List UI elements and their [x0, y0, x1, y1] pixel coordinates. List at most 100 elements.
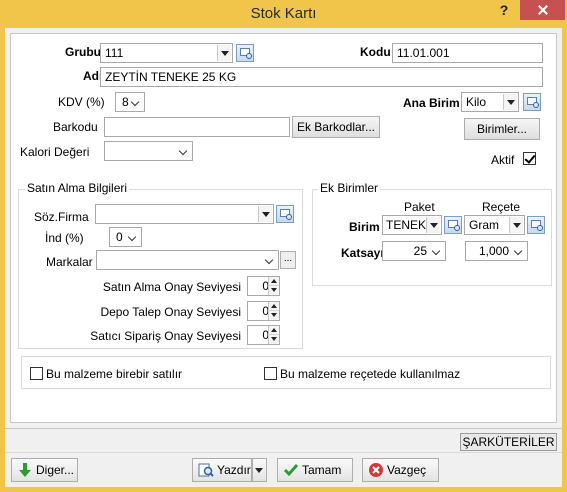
- dialog-client: Grubu 111 Kodu 11.01.001 Adı ZEYTİN TENE…: [5, 28, 562, 487]
- chevron-down-icon: [128, 230, 138, 244]
- depo-talep-spinner[interactable]: 0: [247, 301, 280, 321]
- chevron-down-icon: [179, 144, 189, 158]
- ind-value: 0: [116, 230, 123, 244]
- katsayi-label: Katsayı: [341, 246, 384, 260]
- chevron-down-icon[interactable]: [258, 206, 272, 222]
- barkodu-field[interactable]: [104, 117, 290, 137]
- recete-birim-lookup-icon[interactable]: [527, 216, 545, 234]
- ind-select[interactable]: 0: [109, 227, 142, 247]
- title-bar[interactable]: Stok Kartı ?: [0, 0, 567, 28]
- spin-up-icon[interactable]: [268, 302, 279, 311]
- kodu-field[interactable]: 11.01.001: [392, 43, 543, 63]
- bottom-toolbar: Diger... Yazdır Tamam Vazgeç: [5, 452, 562, 487]
- recete-birim-combo[interactable]: Gram: [464, 215, 525, 235]
- recete-label[interactable]: Bu malzeme reçetede kullanılmaz: [280, 367, 460, 381]
- chevron-down-icon: [252, 462, 266, 478]
- chevron-down-icon: [131, 95, 141, 109]
- barkodu-label: Barkodu: [53, 120, 98, 134]
- aktif-label: Aktif: [491, 153, 515, 167]
- company-badge: ŞARKÜTERİLER: [460, 433, 557, 451]
- paket-column-header: Paket: [404, 200, 435, 214]
- satici-siparis-label: Satıcı Sipariş Onay Seviyesi: [90, 329, 241, 343]
- birim-label: Birim: [349, 220, 380, 234]
- paket-birim-combo[interactable]: TENEK: [382, 215, 442, 235]
- onay-seviyesi-label: Satın Alma Onay Seviyesi: [102, 280, 241, 294]
- spin-down-icon[interactable]: [268, 286, 279, 295]
- soz-firma-label: Söz.Firma: [34, 210, 89, 224]
- grubu-value: 111: [105, 46, 124, 60]
- satici-siparis-value: 0: [262, 328, 269, 342]
- ana-birim-label: Ana Birim: [403, 96, 460, 110]
- adi-value: ZEYTİN TENEKE 25 KG: [105, 70, 237, 84]
- diger-label: Diger...: [36, 463, 75, 477]
- markalar-ellipsis-button[interactable]: ...: [280, 251, 296, 269]
- kodu-value: 11.01.001: [397, 46, 450, 60]
- aktif-checkbox[interactable]: [523, 152, 536, 165]
- grubu-combo[interactable]: 111: [100, 43, 233, 63]
- kodu-label: Kodu: [360, 45, 391, 59]
- ek-barkodlar-button[interactable]: Ek Barkodlar...: [292, 116, 380, 138]
- ana-birim-lookup-icon[interactable]: [523, 93, 541, 111]
- chevron-down-icon: [514, 244, 524, 258]
- onay-seviyesi-value: 0: [262, 279, 269, 293]
- paket-birim-lookup-icon[interactable]: [444, 216, 462, 234]
- close-button[interactable]: [520, 0, 565, 20]
- recete-checkbox[interactable]: [264, 367, 277, 380]
- spin-down-icon[interactable]: [268, 311, 279, 320]
- grubu-lookup-icon[interactable]: [236, 44, 254, 62]
- vazgec-label: Vazgeç: [387, 463, 427, 477]
- paket-katsayi-select[interactable]: 25: [382, 241, 446, 261]
- kalori-label: Kalori Değeri: [20, 145, 90, 159]
- vazgec-button[interactable]: Vazgeç: [362, 458, 439, 482]
- chevron-down-icon[interactable]: [217, 45, 231, 61]
- soz-firma-combo[interactable]: [95, 204, 274, 224]
- ek-birimler-title: Ek Birimler: [318, 181, 381, 195]
- spin-up-icon[interactable]: [268, 277, 279, 286]
- tamam-button[interactable]: Tamam: [277, 458, 353, 482]
- ind-label: İnd (%): [45, 231, 84, 245]
- spin-up-icon[interactable]: [268, 326, 279, 335]
- chevron-down-icon: [432, 244, 442, 258]
- recete-birim-value: Gram: [469, 218, 499, 232]
- chevron-down-icon[interactable]: [426, 217, 440, 233]
- birimler-button[interactable]: Birimler...: [464, 118, 540, 140]
- kdv-label: KDV (%): [58, 95, 105, 109]
- spin-down-icon[interactable]: [268, 335, 279, 344]
- yazdir-label: Yazdır: [217, 463, 251, 477]
- birebir-checkbox[interactable]: [30, 367, 43, 380]
- check-icon: [283, 464, 299, 477]
- markalar-select[interactable]: [96, 250, 279, 270]
- recete-katsayi-value: 1,000: [478, 244, 509, 258]
- recete-katsayi-select[interactable]: 1,000: [465, 241, 528, 261]
- onay-seviyesi-spinner[interactable]: 0: [247, 276, 280, 296]
- kdv-value: 8: [122, 95, 129, 109]
- stok-karti-window: Stok Kartı ? Grubu 111 Kodu 11.01.001 Ad…: [0, 0, 567, 492]
- depo-talep-value: 0: [262, 304, 269, 318]
- satici-siparis-spinner[interactable]: 0: [247, 325, 280, 345]
- cancel-icon: [369, 463, 383, 477]
- help-button[interactable]: ?: [490, 0, 518, 20]
- satin-alma-title: Satın Alma Bilgileri: [25, 181, 130, 195]
- depo-talep-label: Depo Talep Onay Seviyesi: [100, 305, 241, 319]
- chevron-down-icon[interactable]: [509, 217, 523, 233]
- yazdir-dropdown-button[interactable]: [252, 458, 267, 482]
- window-title: Stok Kartı: [250, 5, 317, 22]
- markalar-label: Markalar: [46, 255, 93, 269]
- diger-button[interactable]: Diger...: [11, 458, 78, 482]
- kalori-select[interactable]: [104, 141, 193, 161]
- chevron-down-icon[interactable]: [503, 94, 517, 110]
- kdv-select[interactable]: 8: [115, 92, 145, 112]
- tamam-label: Tamam: [302, 463, 342, 477]
- adi-field[interactable]: ZEYTİN TENEKE 25 KG: [100, 67, 543, 87]
- ana-birim-value: Kilo: [466, 95, 487, 109]
- birebir-label[interactable]: Bu malzeme birebir satılır: [46, 367, 182, 381]
- paket-katsayi-value: 25: [413, 244, 427, 258]
- chevron-down-icon: [265, 253, 275, 267]
- recete-column-header: Reçete: [482, 200, 521, 214]
- soz-firma-lookup-icon[interactable]: [276, 205, 294, 223]
- paket-birim-value: TENEK: [386, 218, 427, 232]
- ana-birim-combo[interactable]: Kilo: [461, 92, 519, 112]
- arrow-down-icon: [19, 463, 31, 477]
- main-panel: Grubu 111 Kodu 11.01.001 Adı ZEYTİN TENE…: [10, 33, 557, 423]
- yazdir-button[interactable]: Yazdır: [192, 458, 252, 482]
